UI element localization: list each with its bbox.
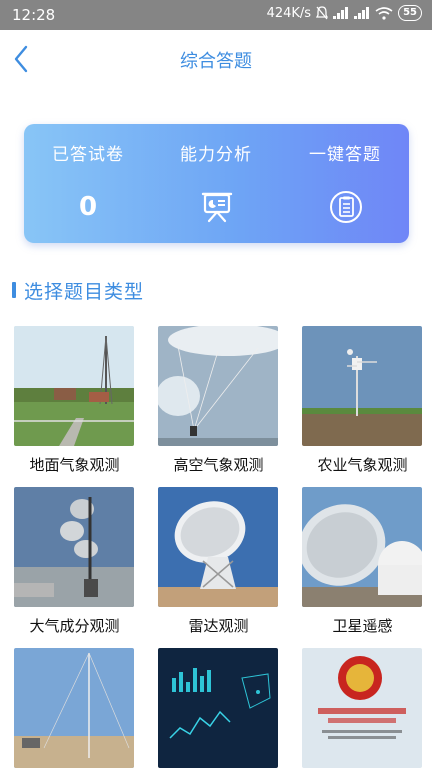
answered-papers-label: 已答试卷 <box>52 145 124 165</box>
category-card-radar[interactable]: 雷达观测 <box>158 487 279 636</box>
presentation-icon <box>201 192 233 223</box>
category-label: 农业气象观测 <box>317 456 408 474</box>
surface-observation-image <box>14 326 134 446</box>
category-card-upper-air[interactable]: 高空气象观测 <box>158 326 279 475</box>
observation-field-image <box>14 648 134 768</box>
category-label: 卫星遥感 <box>332 617 393 635</box>
category-card-atmospheric[interactable]: 大气成分观测 <box>14 487 135 636</box>
category-card-row3-1[interactable] <box>14 648 135 768</box>
category-card-row3-3[interactable] <box>302 648 423 768</box>
nav-bar: 综合答题 <box>0 30 432 88</box>
category-label: 地面气象观测 <box>29 456 120 474</box>
section-marker <box>12 282 16 298</box>
mute-icon <box>316 6 329 20</box>
battery-indicator: 55 <box>398 5 422 21</box>
category-label: 雷达观测 <box>188 617 249 635</box>
section-title: 选择题目类型 <box>12 277 144 303</box>
category-card-satellite[interactable]: 卫星遥感 <box>302 487 423 636</box>
category-card-agricultural[interactable]: 农业气象观测 <box>302 326 423 475</box>
status-bar: 12:28 424K/s 55 <box>0 0 432 30</box>
quick-answer-label: 一键答题 <box>309 145 381 165</box>
answered-papers-count: 0 <box>78 192 98 222</box>
network-speed: 424K/s <box>266 5 312 21</box>
section-title-text: 选择题目类型 <box>24 280 145 303</box>
ability-analysis-label: 能力分析 <box>180 145 252 165</box>
category-label: 大气成分观测 <box>29 617 120 635</box>
data-dashboard-image <box>158 648 278 768</box>
satellite-remote-sensing-image <box>302 487 422 607</box>
summary-card: 已答试卷 0 能力分析 一键答题 <box>24 124 409 243</box>
signal-icon <box>333 7 349 19</box>
status-indicators: 424K/s 55 <box>267 5 422 21</box>
quick-answer-button[interactable]: 一键答题 <box>281 124 409 243</box>
status-time: 12:28 <box>12 6 56 24</box>
signal-icon-2 <box>354 7 370 19</box>
clipboard-list-icon <box>330 191 362 223</box>
atmospheric-composition-image <box>14 487 134 607</box>
category-card-surface[interactable]: 地面气象观测 <box>14 326 135 475</box>
answered-papers[interactable]: 已答试卷 0 <box>24 124 152 243</box>
radar-observation-image <box>158 487 278 607</box>
category-card-row3-2[interactable] <box>158 648 279 768</box>
upper-air-observation-image <box>158 326 278 446</box>
regulation-book-image <box>302 648 422 768</box>
category-label: 高空气象观测 <box>173 456 264 474</box>
wifi-icon <box>375 6 393 20</box>
page-title: 综合答题 <box>180 51 252 72</box>
ability-analysis-button[interactable]: 能力分析 <box>152 124 280 243</box>
agricultural-observation-image <box>302 326 422 446</box>
